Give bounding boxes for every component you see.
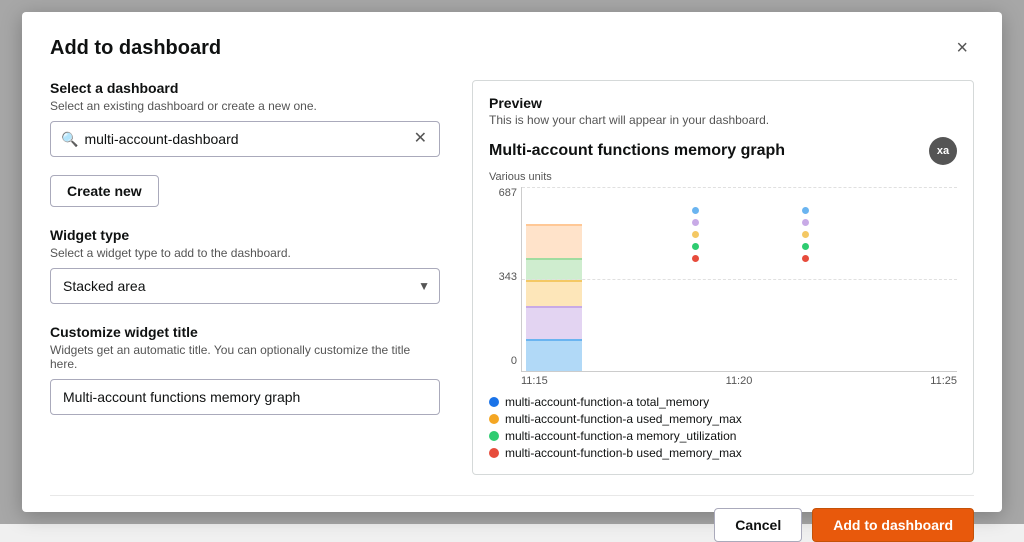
chart-avatar: xa [929, 137, 957, 165]
chart-xaxis: 11:15 11:20 11:25 [521, 372, 957, 387]
widget-title-input[interactable] [50, 379, 440, 415]
legend-dot-3 [489, 431, 499, 441]
gridline-mid [522, 279, 957, 280]
chart-title-row: Multi-account functions memory graph xa [489, 137, 957, 165]
x-label-1115: 11:15 [521, 375, 548, 387]
chart-plot [521, 187, 957, 372]
modal-footer: Cancel Add to dashboard [50, 495, 974, 542]
chart-title: Multi-account functions memory graph [489, 142, 785, 160]
x-label-1120: 11:20 [726, 375, 753, 387]
x-label-1125: 11:25 [930, 375, 957, 387]
search-wrapper: 🔍 ✕ [50, 121, 440, 157]
legend-item-3: multi-account-function-a memory_utilizat… [489, 429, 957, 443]
cancel-button[interactable]: Cancel [714, 508, 802, 542]
widget-type-select-wrapper: Stacked area Line Bar Number Text ▼ [50, 268, 440, 304]
legend-label-2: multi-account-function-a used_memory_max [505, 412, 742, 426]
modal-dialog: Add to dashboard × Select a dashboard Se… [22, 12, 1002, 512]
dot-group-1120 [692, 207, 699, 262]
chart-area: 687 343 0 [489, 187, 957, 387]
chart-legend: multi-account-function-a total_memory mu… [489, 395, 957, 460]
legend-label-4: multi-account-function-b used_memory_max [505, 446, 742, 460]
legend-label-3: multi-account-function-a memory_utilizat… [505, 429, 736, 443]
dashboard-search-input[interactable] [84, 131, 411, 147]
widget-type-label: Widget type [50, 227, 440, 243]
preview-sublabel: This is how your chart will appear in yo… [489, 113, 957, 127]
y-label-bot: 0 [511, 355, 517, 367]
legend-item-1: multi-account-function-a total_memory [489, 395, 957, 409]
create-new-button[interactable]: Create new [50, 175, 159, 207]
search-icon: 🔍 [61, 131, 78, 148]
preview-panel: Preview This is how your chart will appe… [472, 80, 974, 475]
chart-main: 11:15 11:20 11:25 [521, 187, 957, 387]
gridline-top [522, 187, 957, 188]
customize-title-section: Customize widget title Widgets get an au… [50, 324, 440, 415]
bar-1115 [526, 224, 582, 371]
customize-title-sublabel: Widgets get an automatic title. You can … [50, 343, 440, 371]
modal-title: Add to dashboard [50, 37, 221, 60]
chart-yaxis: 687 343 0 [489, 187, 517, 387]
modal-body: Select a dashboard Select an existing da… [50, 80, 974, 475]
y-label-top: 687 [499, 187, 517, 199]
clear-search-button[interactable]: ✕ [412, 131, 429, 147]
widget-type-sublabel: Select a widget type to add to the dashb… [50, 246, 440, 260]
legend-dot-4 [489, 448, 499, 458]
legend-label-1: multi-account-function-a total_memory [505, 395, 709, 409]
legend-dot-1 [489, 397, 499, 407]
dot-group-1125 [802, 207, 809, 262]
select-dashboard-label: Select a dashboard [50, 80, 440, 96]
widget-type-select[interactable]: Stacked area Line Bar Number Text [50, 268, 440, 304]
widget-type-section: Widget type Select a widget type to add … [50, 227, 440, 304]
modal-overlay: Add to dashboard × Select a dashboard Se… [0, 0, 1024, 524]
legend-item-2: multi-account-function-a used_memory_max [489, 412, 957, 426]
select-dashboard-section: Select a dashboard Select an existing da… [50, 80, 440, 207]
close-button[interactable]: × [950, 36, 974, 60]
preview-label: Preview [489, 95, 957, 111]
legend-dot-2 [489, 414, 499, 424]
modal-header: Add to dashboard × [50, 36, 974, 60]
left-panel: Select a dashboard Select an existing da… [50, 80, 440, 475]
customize-title-label: Customize widget title [50, 324, 440, 340]
select-dashboard-sublabel: Select an existing dashboard or create a… [50, 99, 440, 113]
y-label-mid: 343 [499, 271, 517, 283]
chart-units-label: Various units [489, 171, 957, 183]
legend-item-4: multi-account-function-b used_memory_max [489, 446, 957, 460]
add-to-dashboard-button[interactable]: Add to dashboard [812, 508, 974, 542]
